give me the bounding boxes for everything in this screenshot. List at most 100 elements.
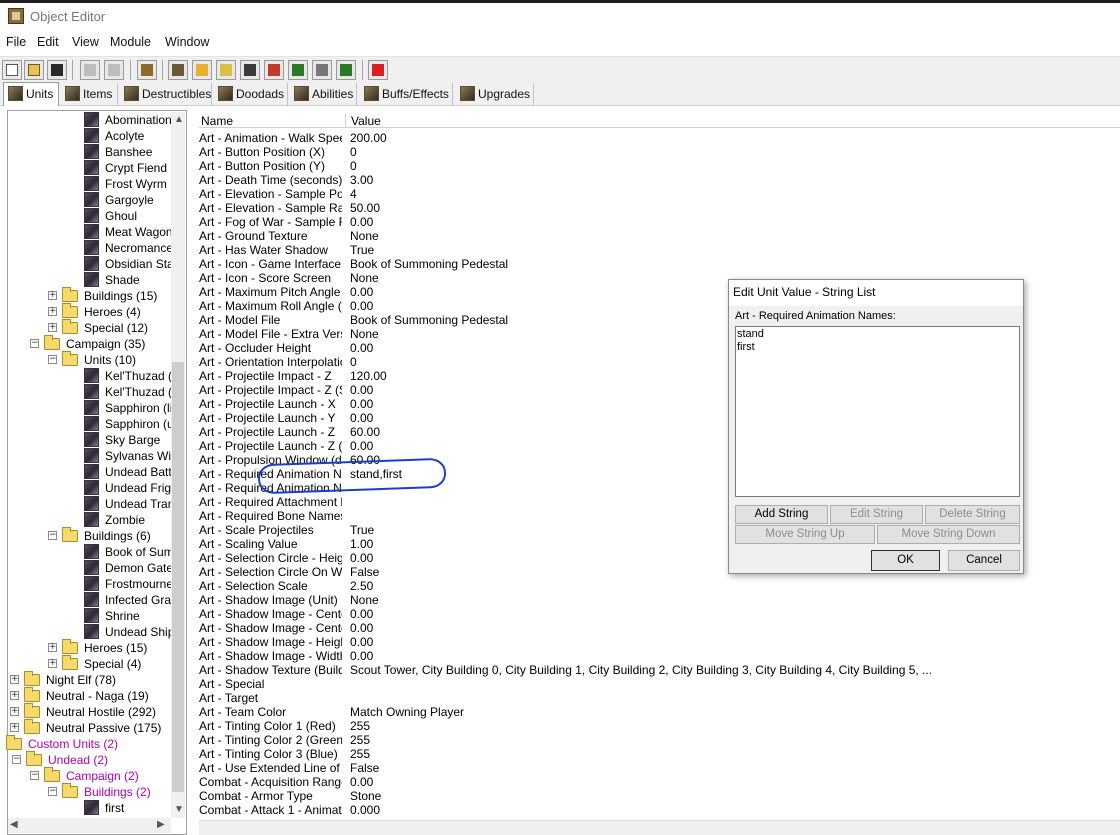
table-row[interactable]: Art - Target bbox=[199, 691, 1120, 705]
menu-module[interactable]: Module bbox=[110, 35, 151, 49]
tab-doodads[interactable]: Doodads bbox=[214, 83, 288, 105]
tree-folder[interactable]: − Undead (2) bbox=[12, 751, 186, 768]
test-map-button[interactable] bbox=[336, 60, 356, 80]
tree-folder[interactable]: Custom Units (2) bbox=[4, 735, 186, 752]
list-item[interactable]: first bbox=[737, 341, 755, 354]
table-row[interactable]: Art - Has Water Shadow True bbox=[199, 243, 1120, 257]
sound-button[interactable] bbox=[216, 60, 236, 80]
move-string-up-button[interactable]: Move String Up bbox=[735, 525, 875, 544]
save-button[interactable] bbox=[47, 60, 67, 80]
collapse-icon[interactable]: − bbox=[48, 355, 57, 364]
cancel-button[interactable]: Cancel bbox=[948, 550, 1020, 571]
table-row[interactable]: Art - Shadow Image - Height 0.00 bbox=[199, 635, 1120, 649]
open-button[interactable] bbox=[24, 60, 44, 80]
table-row[interactable]: Art - Animation - Walk Speed 200.00 bbox=[199, 131, 1120, 145]
table-row[interactable]: Combat - Attack 1 - Animatio... 0.000 bbox=[199, 803, 1120, 817]
tree-scroll-right-arrow[interactable]: ▶ bbox=[157, 819, 165, 830]
tree-scroll-down-arrow[interactable]: ▼ bbox=[174, 804, 184, 815]
tab-destructibles[interactable]: Destructibles bbox=[120, 83, 212, 105]
paste-button[interactable] bbox=[104, 60, 124, 80]
ai-editor-button[interactable] bbox=[288, 60, 308, 80]
tree-folder[interactable]: + Heroes (4) bbox=[48, 303, 186, 320]
copy-button[interactable] bbox=[80, 60, 100, 80]
tree-folder[interactable]: + Buildings (15) bbox=[48, 287, 186, 304]
tree-folder[interactable]: + Special (12) bbox=[48, 319, 186, 336]
list-item[interactable]: stand bbox=[737, 328, 764, 341]
expand-icon[interactable]: + bbox=[10, 707, 19, 716]
expand-icon[interactable]: + bbox=[48, 323, 57, 332]
table-row[interactable]: Art - Ground Texture None bbox=[199, 229, 1120, 243]
expand-icon[interactable]: + bbox=[10, 691, 19, 700]
table-row[interactable]: Art - Shadow Image - Width 0.00 bbox=[199, 649, 1120, 663]
collapse-icon[interactable]: − bbox=[12, 755, 21, 764]
tab-units[interactable]: Units bbox=[3, 82, 59, 106]
table-row[interactable]: Art - Elevation - Sample Points 4 bbox=[199, 187, 1120, 201]
table-row[interactable]: Art - Use Extended Line of S... False bbox=[199, 761, 1120, 775]
tree-horizontal-scrollbar[interactable] bbox=[8, 818, 171, 833]
test-button[interactable] bbox=[368, 60, 388, 80]
tab-abilities[interactable]: Abilities bbox=[290, 83, 357, 105]
table-row[interactable]: Art - Fog of War - Sample R... 0.00 bbox=[199, 215, 1120, 229]
object-editor-button[interactable] bbox=[240, 60, 260, 80]
table-row[interactable]: Art - Tinting Color 3 (Blue) 255 bbox=[199, 747, 1120, 761]
table-row[interactable]: Art - Shadow Texture (Buildi... Scout Tow… bbox=[199, 663, 1120, 677]
table-row[interactable]: Combat - Armor Type Stone bbox=[199, 789, 1120, 803]
edit-string-button[interactable]: Edit String bbox=[830, 505, 923, 524]
column-value-header[interactable]: Value bbox=[351, 114, 381, 128]
table-row[interactable]: Art - Shadow Image - Center X 0.00 bbox=[199, 607, 1120, 621]
tree-folder[interactable]: + Neutral - Naga (19) bbox=[10, 687, 186, 704]
table-row[interactable]: Art - Team Color Match Owning Player bbox=[199, 705, 1120, 719]
table-row[interactable]: Combat - Acquisition Range 0.00 bbox=[199, 775, 1120, 789]
ok-button[interactable]: OK bbox=[871, 550, 940, 571]
menu-window[interactable]: Window bbox=[165, 35, 209, 49]
tree-folder[interactable]: + Neutral Passive (175) bbox=[10, 719, 186, 736]
expand-icon[interactable]: + bbox=[48, 307, 57, 316]
collapse-icon[interactable]: − bbox=[30, 339, 39, 348]
menu-edit[interactable]: Edit bbox=[37, 35, 59, 49]
terrain-button[interactable] bbox=[168, 60, 188, 80]
menu-view[interactable]: View bbox=[72, 35, 99, 49]
table-row[interactable]: Art - Selection Scale 2.50 bbox=[199, 579, 1120, 593]
table-row[interactable]: Art - Button Position (Y) 0 bbox=[199, 159, 1120, 173]
add-string-button[interactable]: Add String bbox=[735, 505, 828, 524]
move-string-down-button[interactable]: Move String Down bbox=[877, 525, 1020, 544]
tree-scroll-left-arrow[interactable]: ◀ bbox=[10, 819, 18, 830]
campaign-button[interactable] bbox=[264, 60, 284, 80]
tree-folder[interactable]: − Units (10) bbox=[48, 351, 186, 368]
new-file-button[interactable] bbox=[2, 60, 22, 80]
collapse-icon[interactable]: − bbox=[48, 787, 57, 796]
expand-icon[interactable]: + bbox=[48, 643, 57, 652]
tab-items[interactable]: Items bbox=[61, 83, 118, 105]
table-row[interactable]: Art - Elevation - Sample Radi... 50.00 bbox=[199, 201, 1120, 215]
grid-horizontal-scrollbar[interactable] bbox=[199, 820, 1120, 835]
tree-folder[interactable]: − Campaign (35) bbox=[30, 335, 186, 352]
tree-folder[interactable]: − Buildings (6) bbox=[48, 527, 186, 544]
collapse-icon[interactable]: − bbox=[30, 771, 39, 780]
header-divider[interactable] bbox=[345, 114, 346, 128]
column-name-header[interactable]: Name bbox=[201, 114, 233, 128]
expand-icon[interactable]: + bbox=[48, 659, 57, 668]
text-button[interactable] bbox=[192, 60, 212, 80]
delete-string-button[interactable]: Delete String bbox=[925, 505, 1020, 524]
table-row[interactable]: Art - Special bbox=[199, 677, 1120, 691]
collapse-icon[interactable]: − bbox=[48, 531, 57, 540]
unit-editor-button[interactable] bbox=[137, 60, 157, 80]
tree-folder[interactable]: + Heroes (15) bbox=[48, 639, 186, 656]
string-list-box[interactable]: stand first bbox=[735, 326, 1020, 497]
table-row[interactable]: Art - Tinting Color 2 (Green) 255 bbox=[199, 733, 1120, 747]
tab-upgrades[interactable]: Upgrades bbox=[456, 83, 534, 105]
expand-icon[interactable]: + bbox=[10, 723, 19, 732]
tree-folder[interactable]: + Special (4) bbox=[48, 655, 186, 672]
table-row[interactable]: Art - Button Position (X) 0 bbox=[199, 145, 1120, 159]
tree-folder[interactable]: − Campaign (2) bbox=[30, 767, 186, 784]
tree-folder[interactable]: + Neutral Hostile (292) bbox=[10, 703, 186, 720]
expand-icon[interactable]: + bbox=[10, 675, 19, 684]
table-row[interactable]: Art - Shadow Image - Center Y 0.00 bbox=[199, 621, 1120, 635]
table-row[interactable]: Art - Shadow Image (Unit) None bbox=[199, 593, 1120, 607]
tree-folder[interactable]: + Night Elf (78) bbox=[10, 671, 186, 688]
table-row[interactable]: Art - Death Time (seconds) 3.00 bbox=[199, 173, 1120, 187]
table-row[interactable]: Art - Tinting Color 1 (Red) 255 bbox=[199, 719, 1120, 733]
import-button[interactable] bbox=[312, 60, 332, 80]
tree-folder[interactable]: − Buildings (2) bbox=[48, 783, 186, 800]
expand-icon[interactable]: + bbox=[48, 291, 57, 300]
